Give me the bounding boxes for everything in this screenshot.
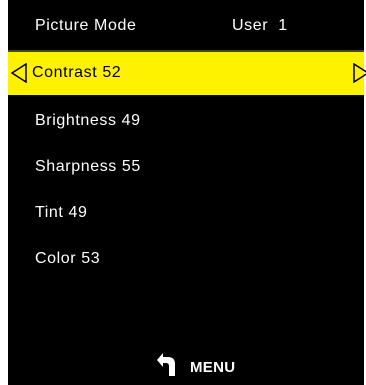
menu-item-label: Tint 49 <box>35 204 88 221</box>
menu-item-contrast[interactable]: Contrast 52 <box>8 52 366 95</box>
arrow-right-icon[interactable] <box>352 63 366 83</box>
menu-item-sharpness[interactable]: Sharpness 55 <box>8 146 364 189</box>
menu-item-color[interactable]: Color 53 <box>8 238 364 281</box>
osd-menu-panel: Picture Mode User 1 Contrast 52 Brightne… <box>8 0 366 385</box>
menu-item-label: Contrast 52 <box>32 64 122 81</box>
menu-item-label: Brightness 49 <box>35 112 141 129</box>
return-arrow-icon <box>157 353 175 376</box>
menu-item-label: Color 53 <box>35 250 101 267</box>
arrow-left-icon[interactable] <box>10 63 28 83</box>
menu-label: MENU <box>190 359 236 376</box>
picture-mode-value: User 1 <box>232 17 288 34</box>
picture-mode-label: Picture Mode <box>35 17 137 34</box>
menu-item-label: Sharpness 55 <box>35 158 141 175</box>
menu-item-tint[interactable]: Tint 49 <box>8 192 364 235</box>
picture-mode-row[interactable]: Picture Mode User 1 <box>8 0 364 52</box>
menu-item-brightness[interactable]: Brightness 49 <box>8 100 364 143</box>
